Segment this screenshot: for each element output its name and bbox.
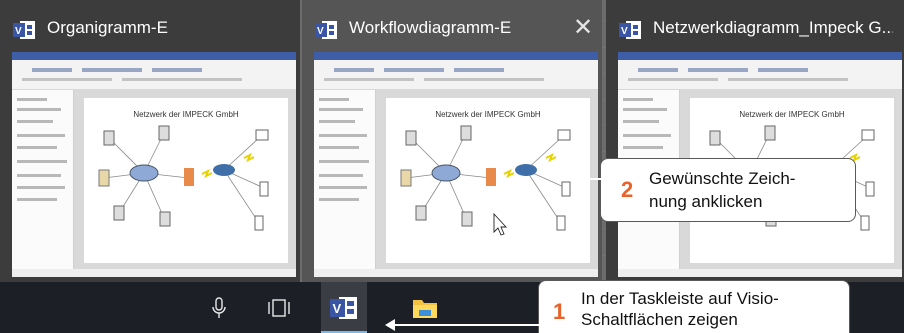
callout-line-1: In der Taskleiste auf Visio- xyxy=(581,289,779,308)
visio-icon: V xyxy=(330,296,357,319)
callout-step-1: 1 In der Taskleiste auf Visio- Schaltflä… xyxy=(538,280,850,333)
task-view-button[interactable] xyxy=(256,282,302,333)
thumbnail-preview: Netzwerk der IMPECK GmbH xyxy=(12,52,296,277)
svg-text:V: V xyxy=(15,26,22,37)
task-view-icon xyxy=(268,298,290,317)
svg-text:V: V xyxy=(333,301,342,316)
file-explorer-icon xyxy=(413,299,437,318)
callout-arrow-2 xyxy=(570,173,604,185)
thumbnail-header: V Netzwerkdiagramm_Impeck G... xyxy=(606,0,904,52)
visio-icon: V xyxy=(13,21,35,39)
thumbnail-header: V Workflowdiagramm-E ✕ xyxy=(302,0,602,52)
network-diagram xyxy=(98,125,269,231)
visio-icon: V xyxy=(315,21,337,39)
callout-line-1: Gewünschte Zeich- xyxy=(649,169,796,188)
close-icon[interactable]: ✕ xyxy=(572,15,594,39)
thumbnail-title: Workflowdiagramm-E xyxy=(349,18,512,37)
svg-text:V: V xyxy=(317,26,324,37)
callout-line-2: nung anklicken xyxy=(649,192,763,211)
network-diagram xyxy=(400,125,571,236)
thumbnail-preview: Netzwerk der IMPECK GmbH xyxy=(314,52,598,277)
thumbnail-header: V Organigramm-E xyxy=(0,0,300,52)
svg-text:V: V xyxy=(621,26,628,37)
mouse-cursor-icon xyxy=(493,212,508,236)
visio-icon: V xyxy=(619,21,641,39)
callout-line-2: Schaltflächen zeigen xyxy=(581,310,738,329)
callout-arrow-1 xyxy=(385,319,540,331)
thumbnail-title: Organigramm-E xyxy=(47,18,168,37)
microphone-icon xyxy=(212,296,226,318)
callout-number: 1 xyxy=(553,299,566,324)
thumbnail-card-organigramm[interactable]: V Organigramm-E Netzwerk der IMPECK GmbH xyxy=(0,0,300,282)
thumbnail-card-netzwerk[interactable]: V Netzwerkdiagramm_Impeck G... Netzwerk … xyxy=(606,0,904,282)
thumbnail-card-workflow[interactable]: V Workflowdiagramm-E ✕ Netzwerk der IMPE… xyxy=(302,0,602,282)
callout-number: 2 xyxy=(621,177,634,202)
visio-taskbar-button[interactable]: V xyxy=(321,282,367,333)
callout-step-2: 2 Gewünschte Zeich- nung anklicken xyxy=(600,158,856,222)
microphone-button[interactable] xyxy=(196,282,242,333)
thumbnail-title: Netzwerkdiagramm_Impeck G... xyxy=(653,18,893,37)
